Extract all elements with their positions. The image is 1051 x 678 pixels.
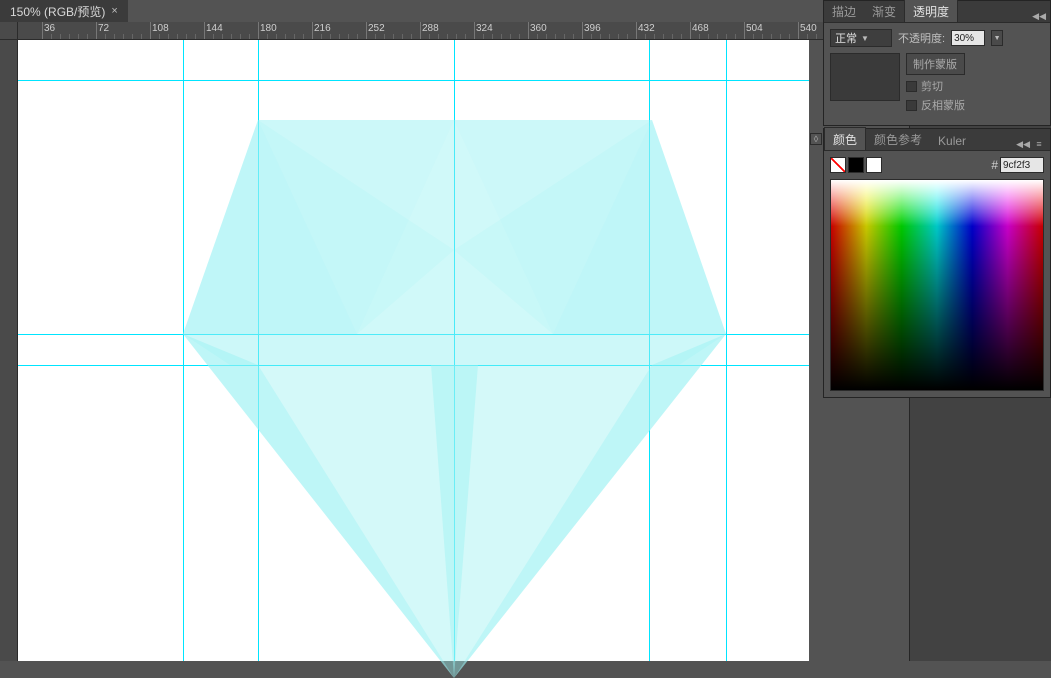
ruler-tick-label: 144 (206, 23, 223, 34)
none-swatch[interactable] (830, 157, 846, 173)
invert-mask-label: 反相蒙版 (921, 97, 965, 113)
panel-link-icon[interactable]: ◊ (810, 133, 822, 145)
panel-collapse-icon[interactable]: ◀◀ (1016, 139, 1030, 150)
color-spectrum[interactable] (830, 179, 1044, 391)
blend-mode-value: 正常 (835, 30, 857, 46)
ruler-tick-label: 468 (692, 23, 709, 34)
hex-hash: # (991, 158, 998, 172)
opacity-mask-thumbnail[interactable] (830, 53, 900, 101)
ruler-tick-label: 360 (530, 23, 547, 34)
chevron-down-icon: ▼ (861, 34, 869, 43)
checkbox-icon (906, 81, 917, 92)
ruler-tick-label: 252 (368, 23, 385, 34)
ruler-tick-label: 180 (260, 23, 277, 34)
tab-gradient[interactable]: 渐变 (864, 0, 904, 22)
clip-checkbox[interactable]: 剪切 (906, 78, 965, 94)
ruler-tick-label: 324 (476, 23, 493, 34)
opacity-label: 不透明度: (898, 30, 945, 46)
clip-label: 剪切 (921, 78, 943, 94)
panels-dock: 描边 渐变 透明度 ◀◀ 正常 ▼ 不透明度: ▼ 制作蒙版 (823, 0, 1051, 400)
color-panel: ◊ 颜色 颜色参考 Kuler ◀◀ ≡ # (823, 128, 1051, 398)
checkbox-icon (906, 100, 917, 111)
ruler-tick-label: 72 (98, 23, 109, 34)
guide-horizontal[interactable] (18, 80, 809, 81)
color-panel-tabs: 颜色 颜色参考 Kuler ◀◀ ≡ (824, 129, 1050, 151)
transparency-panel: 描边 渐变 透明度 ◀◀ 正常 ▼ 不透明度: ▼ 制作蒙版 (823, 0, 1051, 126)
white-swatch[interactable] (866, 157, 882, 173)
document-tab-title: 150% (RGB/预览) (10, 3, 105, 20)
ruler-tick-label: 540 (800, 23, 817, 34)
make-mask-button[interactable]: 制作蒙版 (906, 53, 965, 75)
tab-stroke[interactable]: 描边 (824, 0, 864, 22)
ruler-vertical[interactable] (0, 40, 18, 661)
ruler-tick-label: 288 (422, 23, 439, 34)
hex-input[interactable] (1000, 157, 1044, 173)
ruler-tick-label: 216 (314, 23, 331, 34)
transparency-panel-tabs: 描边 渐变 透明度 ◀◀ (824, 1, 1050, 23)
blend-mode-select[interactable]: 正常 ▼ (830, 29, 892, 47)
opacity-stepper[interactable]: ▼ (991, 30, 1003, 46)
tab-kuler[interactable]: Kuler (930, 131, 974, 150)
canvas-area[interactable] (18, 40, 909, 661)
tab-color-guide[interactable]: 颜色参考 (866, 128, 930, 150)
ruler-tick-label: 432 (638, 23, 655, 34)
ruler-tick-label: 396 (584, 23, 601, 34)
ruler-tick-label: 108 (152, 23, 169, 34)
ruler-tick-label: 36 (44, 23, 55, 34)
guide-vertical[interactable] (726, 40, 727, 661)
invert-mask-checkbox[interactable]: 反相蒙版 (906, 97, 965, 113)
panel-collapse-icon[interactable]: ◀◀ (1032, 11, 1046, 22)
document-tab[interactable]: 150% (RGB/预览) × (0, 0, 128, 23)
ruler-origin[interactable] (0, 22, 18, 40)
panel-menu-icon[interactable]: ≡ (1032, 139, 1046, 150)
ruler-tick-label: 504 (746, 23, 763, 34)
opacity-input[interactable] (951, 30, 985, 46)
tab-transparency[interactable]: 透明度 (904, 0, 958, 22)
diamond-artwork[interactable] (183, 120, 726, 678)
close-icon[interactable]: × (111, 5, 117, 17)
black-swatch[interactable] (848, 157, 864, 173)
artboard (18, 40, 809, 661)
tab-color[interactable]: 颜色 (824, 127, 866, 150)
